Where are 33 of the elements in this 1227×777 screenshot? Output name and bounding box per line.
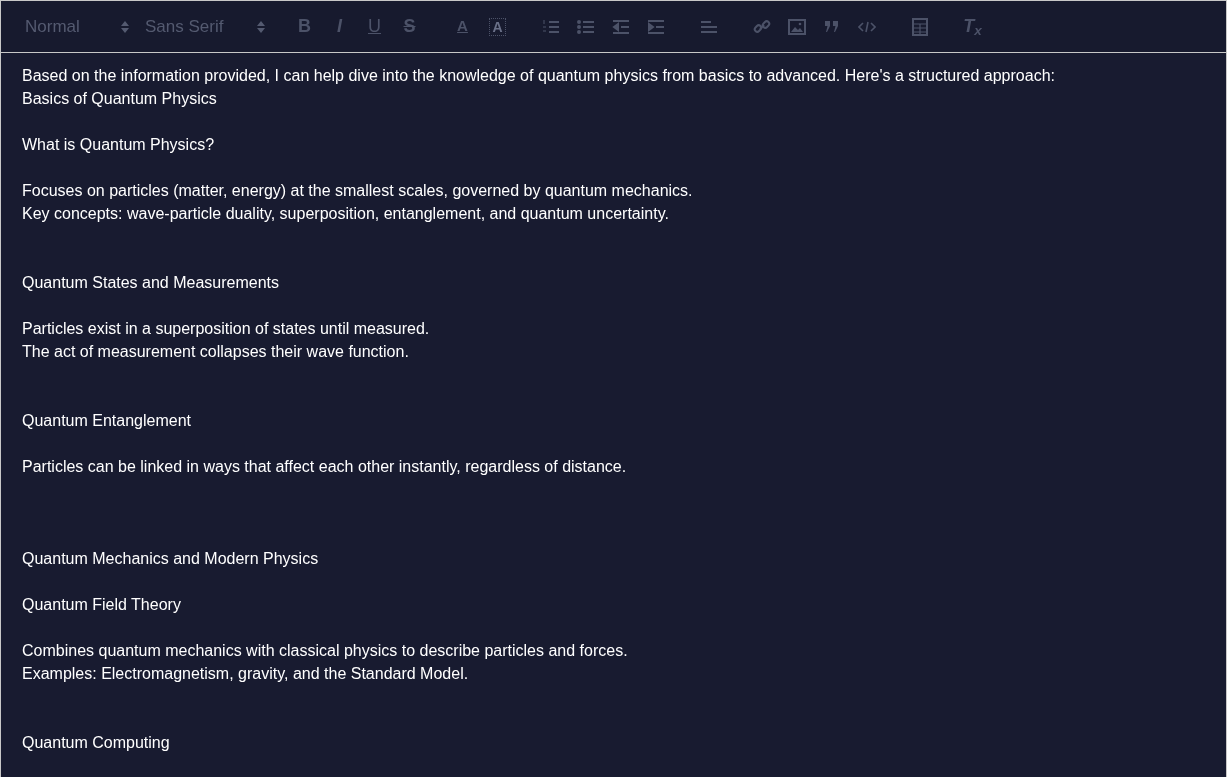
format-select[interactable]: Normal: [21, 13, 133, 40]
text-line: What is Quantum Physics?: [22, 135, 216, 155]
link-icon: [752, 17, 771, 36]
updown-arrow-icon: [121, 19, 129, 34]
highlight-color-button[interactable]: A: [480, 12, 515, 41]
image-icon: [787, 17, 806, 36]
underline-button[interactable]: U: [357, 12, 392, 41]
numbered-list-icon: [541, 17, 560, 36]
outdent-icon: [611, 17, 630, 36]
text-line: Focuses on particles (matter, energy) at the smallest scales, governed by quantum mechanics.: [22, 181, 694, 201]
bold-button[interactable]: B: [287, 12, 322, 41]
text-line: The act of measurement collapses their wave function.: [22, 342, 410, 362]
updown-arrow-icon: [257, 19, 265, 34]
text-line: Particles exist in a superposition of states until measured.: [22, 319, 431, 339]
bullet-list-icon: [576, 17, 595, 36]
text-line: Basics of Quantum Physics: [22, 89, 218, 109]
table-icon: [910, 17, 929, 36]
text-line: Particles can be linked in ways that affect each other instantly, regardless of distance.: [22, 457, 628, 477]
font-select[interactable]: Sans Serif: [141, 13, 269, 40]
strikethrough-button[interactable]: S: [392, 12, 427, 41]
text-color-button[interactable]: A: [445, 12, 480, 41]
text-line: Examples: Electromagnetism, gravity, and the Standard Model.: [22, 664, 470, 684]
text-line: Quantum States and Measurements: [22, 273, 281, 293]
italic-button[interactable]: I: [322, 12, 357, 41]
text-line: Quantum Field Theory: [22, 595, 182, 615]
text-line: Key concepts: wave-particle duality, superposition, entanglement, and quantum uncertainty.: [22, 204, 670, 224]
text-line: Based on the information provided, I can help dive into the knowledge of quantum physics from basics to advanced. Here's a structured approach:: [22, 66, 1056, 86]
text-line: Quantum Computing: [22, 733, 171, 753]
clear-formatting-button[interactable]: T$_{x}$: [955, 12, 990, 41]
text-line: Quantum Entanglement: [22, 411, 192, 431]
indent-icon: [646, 17, 665, 36]
text-line: Combines quantum mechanics with classical physics to describe particles and forces.: [22, 641, 629, 661]
text-line: Quantum Mechanics and Modern Physics: [22, 549, 320, 569]
